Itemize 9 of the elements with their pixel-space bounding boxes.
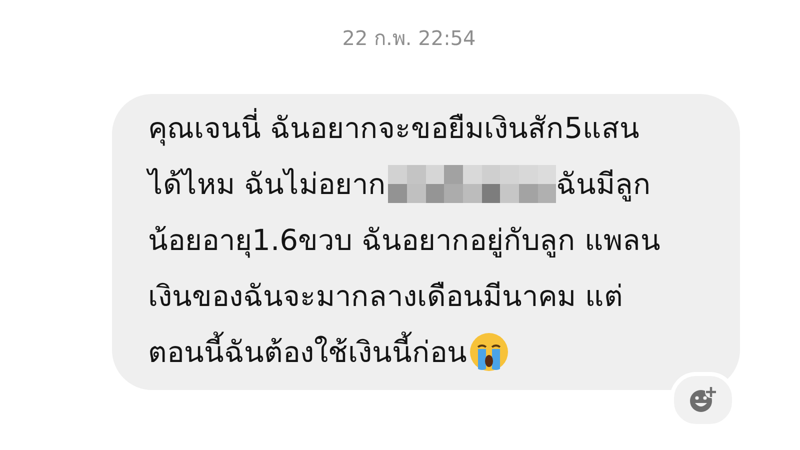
message-timestamp: 22 ก.พ. 22:54 [341,25,477,52]
message-text: คุณเจนนี่ ฉันอยากจะขอยืมเงินสัก5แสน [148,105,640,151]
crying-face-icon [469,332,509,372]
smiley-plus-icon [688,385,718,415]
message-text: ฉันมีลูก [556,166,652,204]
message-text: ได้ไหม ฉันไม่อยาก [148,166,386,203]
message-text: น้อยอายุ1.6ขวบ ฉันอยากอยู่กับลูก แพลน [148,222,661,260]
message-text: เงินของฉันจะมากลางเดือนมีนาคม แต่ [148,278,624,315]
message-text: ตอนนี้ฉันต้องใช้เงินนี้ก่อน [148,329,467,375]
